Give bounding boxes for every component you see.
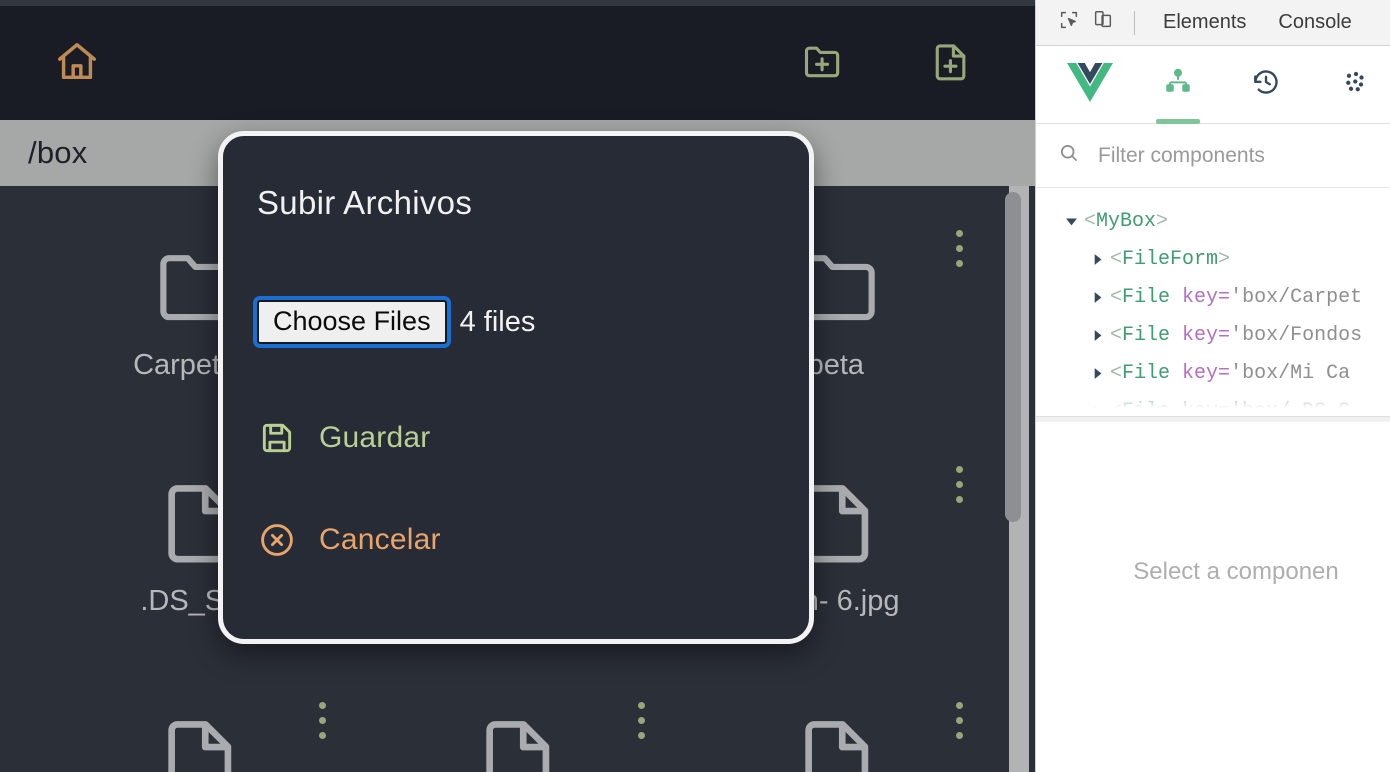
chevron-right-icon[interactable] [1084,253,1110,266]
save-floppy-icon [257,418,297,458]
tree-open-angle: < [1110,323,1123,347]
toolbar-divider [1134,10,1135,35]
chevron-right-icon[interactable] [1084,291,1110,304]
save-button[interactable]: Guardar [257,418,809,458]
circle-x-icon [257,520,297,560]
empty-state-text: Select a componen [1133,558,1339,585]
tree-row[interactable]: < File key='box/Mi Ca [1058,354,1390,392]
tree-open-angle: < [1084,209,1097,233]
tree-tag-name: FileForm [1122,247,1219,271]
tree-tag-name: File [1122,285,1171,309]
file-manager-app: /box Carpeta D peta .DS_Stor ven- 6.jpg … [0,0,1035,772]
choose-files-button[interactable]: Choose Files [253,295,451,349]
tree-row[interactable]: < MyBox > [1058,202,1390,240]
tab-console[interactable]: Console [1262,11,1367,34]
inspect-element-icon [1058,9,1080,36]
tree-row[interactable]: < File key='box/Fondos [1058,316,1390,354]
vue-logo [1046,46,1134,124]
timeline-history-icon [1251,67,1281,102]
tree-open-angle: < [1110,361,1123,385]
tree-tag-name: MyBox [1096,209,1157,233]
search-icon [1058,142,1080,169]
tree-attr-name: key= [1182,323,1231,347]
component-tree-icon [1163,67,1193,102]
tree-attr-name: key= [1182,361,1231,385]
tree-open-angle: < [1110,285,1123,309]
devtools-panel: Elements Console Filter components < MyB… [1035,0,1390,772]
vue-tab-plugins[interactable] [1310,46,1390,124]
devtools-toolbar: Elements Console [1036,0,1390,46]
tree-close-angle: > [1156,209,1169,233]
cancel-button-label: Cancelar [319,523,441,557]
selected-file-count: 4 files [459,305,536,338]
modal-backdrop: Subir Archivos Choose Files 4 files Guar… [0,0,1035,772]
screen-root: /box Carpeta D peta .DS_Stor ven- 6.jpg … [0,0,1390,772]
chevron-right-icon[interactable] [1084,367,1110,380]
vue-logo-icon [1066,61,1114,108]
chevron-right-icon[interactable] [1084,329,1110,342]
tree-close-angle: > [1218,247,1231,271]
tab-elements[interactable]: Elements [1147,11,1262,34]
filter-components-row[interactable]: Filter components [1036,124,1390,188]
tree-open-angle: < [1110,247,1123,271]
tree-attr-value: 'box/Carpet [1230,285,1363,309]
filter-components-input[interactable]: Filter components [1098,144,1265,168]
upload-files-dialog: Subir Archivos Choose Files 4 files Guar… [218,131,814,644]
vue-tab-timeline[interactable] [1222,46,1310,124]
dialog-title: Subir Archivos [257,184,473,221]
tree-attr-value: 'box/Fondos [1230,323,1363,347]
tree-fade-overlay [1036,390,1390,416]
chevron-down-icon[interactable] [1058,215,1084,228]
tree-attr-value: 'box/Mi Ca [1230,361,1351,385]
device-toolbar-button[interactable] [1086,6,1120,40]
inspect-element-button[interactable] [1052,6,1086,40]
tree-row[interactable]: < FileForm > [1058,240,1390,278]
plugins-dots-icon [1339,67,1369,102]
component-tree: < MyBox > < FileForm > < File key='box/Carpet… [1036,188,1390,416]
tree-row[interactable]: < File key='box/Carpet [1058,278,1390,316]
tree-tag-name: File [1122,361,1171,385]
component-details-empty: Select a componen [1036,422,1390,722]
vue-tab-components[interactable] [1134,46,1222,124]
tree-attr-name: key= [1182,285,1231,309]
cancel-button[interactable]: Cancelar [257,520,809,560]
device-toolbar-icon [1092,9,1114,36]
file-input-row: Choose Files 4 files [253,295,809,349]
save-button-label: Guardar [319,421,431,455]
vue-devtools-tabbar [1036,46,1390,124]
tree-tag-name: File [1122,323,1171,347]
